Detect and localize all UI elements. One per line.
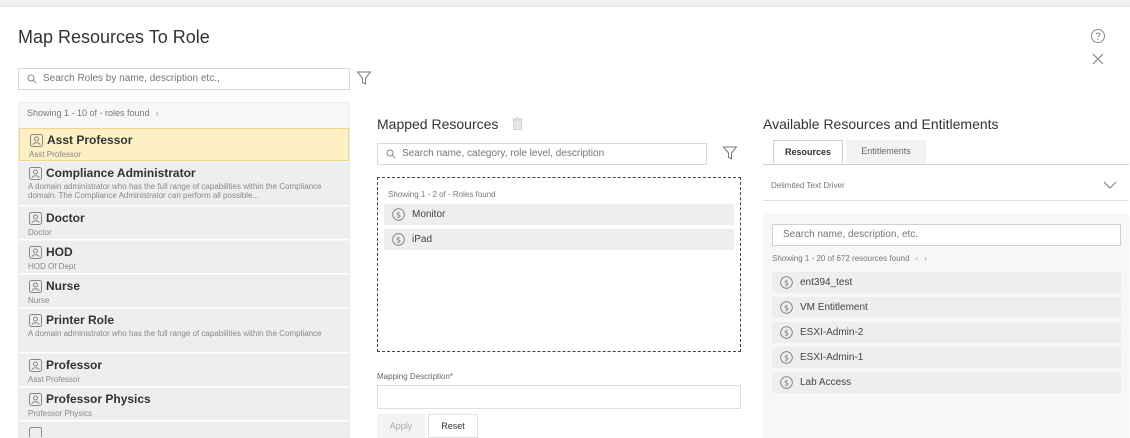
- role-desc: Professor Physics: [28, 409, 93, 418]
- available-resources-list: Showing 1 - 20 of 672 resources found‹› …: [763, 213, 1129, 438]
- mapped-item-ipad[interactable]: $ iPad: [384, 229, 734, 250]
- apply-button[interactable]: Apply: [377, 414, 425, 438]
- mapped-search-input[interactable]: [400, 147, 704, 160]
- mapped-resources-title: Mapped Resources: [377, 116, 499, 132]
- role-desc: Nurse: [28, 296, 50, 305]
- role-search-box: [18, 68, 350, 90]
- role-search-input[interactable]: [41, 72, 345, 85]
- filter-icon[interactable]: [722, 145, 738, 161]
- dollar-icon: $: [780, 351, 793, 364]
- tab-entitlements[interactable]: Entitlements: [846, 140, 926, 164]
- dollar-icon: $: [780, 301, 793, 314]
- role-item-partial[interactable]: [19, 422, 349, 437]
- svg-text:$: $: [396, 210, 401, 219]
- dollar-icon: $: [780, 376, 793, 389]
- role-name: Nurse: [46, 279, 81, 293]
- available-item-lab-access[interactable]: $ Lab Access: [772, 372, 1121, 393]
- available-count: Showing 1 - 20 of 672 resources found ‹ ›: [772, 254, 927, 263]
- role-name: Printer Role: [46, 313, 115, 327]
- svg-text:$: $: [396, 235, 401, 244]
- available-item-ent394-test[interactable]: $ ent394_test: [772, 272, 1121, 293]
- available-item-esxi-admin-1[interactable]: $ ESXI-Admin-1: [772, 347, 1121, 368]
- role-name: Professor: [46, 358, 103, 372]
- tab-resources[interactable]: Resources: [773, 140, 843, 164]
- mapped-item-monitor[interactable]: $ Monitor: [384, 204, 734, 225]
- role-icon: [29, 246, 42, 259]
- next-page-icon[interactable]: ›: [156, 108, 159, 118]
- svg-text:$: $: [784, 303, 789, 312]
- resource-tabs: Resources Entitlements: [763, 140, 1129, 165]
- role-desc: Doctor: [28, 228, 52, 237]
- dollar-icon: $: [392, 233, 405, 246]
- role-desc: Asst Professor: [28, 375, 81, 384]
- mapping-description-input[interactable]: [384, 386, 738, 408]
- role-item-asst-professor[interactable]: Asst Professor Asst Professor: [19, 128, 349, 161]
- role-icon: [29, 359, 42, 372]
- role-name: Doctor: [46, 211, 85, 225]
- chevron-down-icon: [1103, 181, 1117, 189]
- role-desc: Asst Professor: [29, 150, 82, 159]
- role-name: Asst Professor: [47, 133, 133, 147]
- search-icon: [386, 149, 396, 159]
- role-icon: [29, 314, 42, 327]
- role-name: Professor Physics: [46, 392, 151, 406]
- role-item-hod[interactable]: HOD HOD Of Dept: [19, 241, 349, 274]
- available-item-label: ESXI-Admin-2: [800, 327, 864, 338]
- mapped-item-label: iPad: [412, 234, 433, 245]
- available-resources-title: Available Resources and Entitlements: [763, 116, 999, 132]
- mapped-search-box: [377, 143, 707, 165]
- available-item-label: ent394_test: [800, 277, 853, 288]
- dollar-icon: $: [392, 208, 405, 221]
- available-item-vm-entitlement[interactable]: $ VM Entitlement: [772, 297, 1121, 318]
- role-desc: A domain administrator who has the full …: [28, 182, 322, 200]
- search-icon: [27, 74, 37, 84]
- role-name: HOD: [46, 245, 73, 259]
- available-item-esxi-admin-2[interactable]: $ ESXI-Admin-2: [772, 322, 1121, 343]
- mapped-item-label: Monitor: [412, 209, 446, 220]
- role-name: Compliance Administrator: [46, 166, 196, 180]
- help-icon[interactable]: [1090, 28, 1106, 44]
- available-item-label: ESXI-Admin-1: [800, 352, 864, 363]
- role-icon: [29, 427, 42, 437]
- svg-text:$: $: [784, 278, 789, 287]
- role-item-printer-role[interactable]: Printer Role A domain administrator who …: [19, 309, 349, 353]
- top-bar: [0, 0, 1130, 7]
- roles-list: Showing 1 - 10 of - roles found › Asst Pr…: [18, 102, 350, 438]
- next-page-icon[interactable]: ›: [924, 254, 927, 263]
- driver-select[interactable]: Delimited Text Driver: [763, 171, 1129, 201]
- svg-text:$: $: [784, 353, 789, 362]
- mapped-count: Showing 1 - 2 of - Roles found: [388, 190, 496, 199]
- svg-text:$: $: [784, 328, 789, 337]
- mapping-description-label: Mapping Description*: [377, 372, 454, 381]
- roles-count: Showing 1 - 10 of - roles found ›: [27, 108, 159, 118]
- dollar-icon: $: [780, 326, 793, 339]
- role-item-compliance-administrator[interactable]: Compliance Administrator A domain admini…: [19, 162, 349, 206]
- close-icon[interactable]: [1091, 52, 1105, 66]
- role-icon: [30, 134, 43, 147]
- role-icon: [29, 280, 42, 293]
- role-icon: [29, 212, 42, 225]
- role-icon: [29, 393, 42, 406]
- dollar-icon: $: [780, 276, 793, 289]
- available-search-box: [772, 224, 1121, 246]
- filter-icon[interactable]: [356, 70, 372, 86]
- role-item-doctor[interactable]: Doctor Doctor: [19, 207, 349, 240]
- reset-button[interactable]: Reset: [428, 414, 478, 438]
- role-item-professor[interactable]: Professor Asst Professor: [19, 354, 349, 387]
- trash-icon[interactable]: [512, 117, 523, 130]
- available-item-label: Lab Access: [800, 377, 852, 388]
- role-desc: HOD Of Dept: [28, 262, 76, 271]
- driver-select-value: Delimited Text Driver: [771, 181, 845, 190]
- svg-text:$: $: [784, 378, 789, 387]
- available-item-label: VM Entitlement: [800, 302, 868, 313]
- mapped-resources-dropzone[interactable]: Showing 1 - 2 of - Roles found $ Monitor…: [377, 177, 741, 352]
- mapping-description-box: [377, 385, 741, 409]
- role-item-professor-physics[interactable]: Professor Physics Professor Physics: [19, 388, 349, 421]
- role-desc: A domain administrator who has the full …: [28, 329, 322, 338]
- role-icon: [29, 167, 42, 180]
- available-search-input[interactable]: [781, 228, 1115, 241]
- role-item-nurse[interactable]: Nurse Nurse: [19, 275, 349, 308]
- prev-page-icon[interactable]: ‹: [915, 254, 918, 263]
- page-title: Map Resources To Role: [18, 27, 210, 47]
